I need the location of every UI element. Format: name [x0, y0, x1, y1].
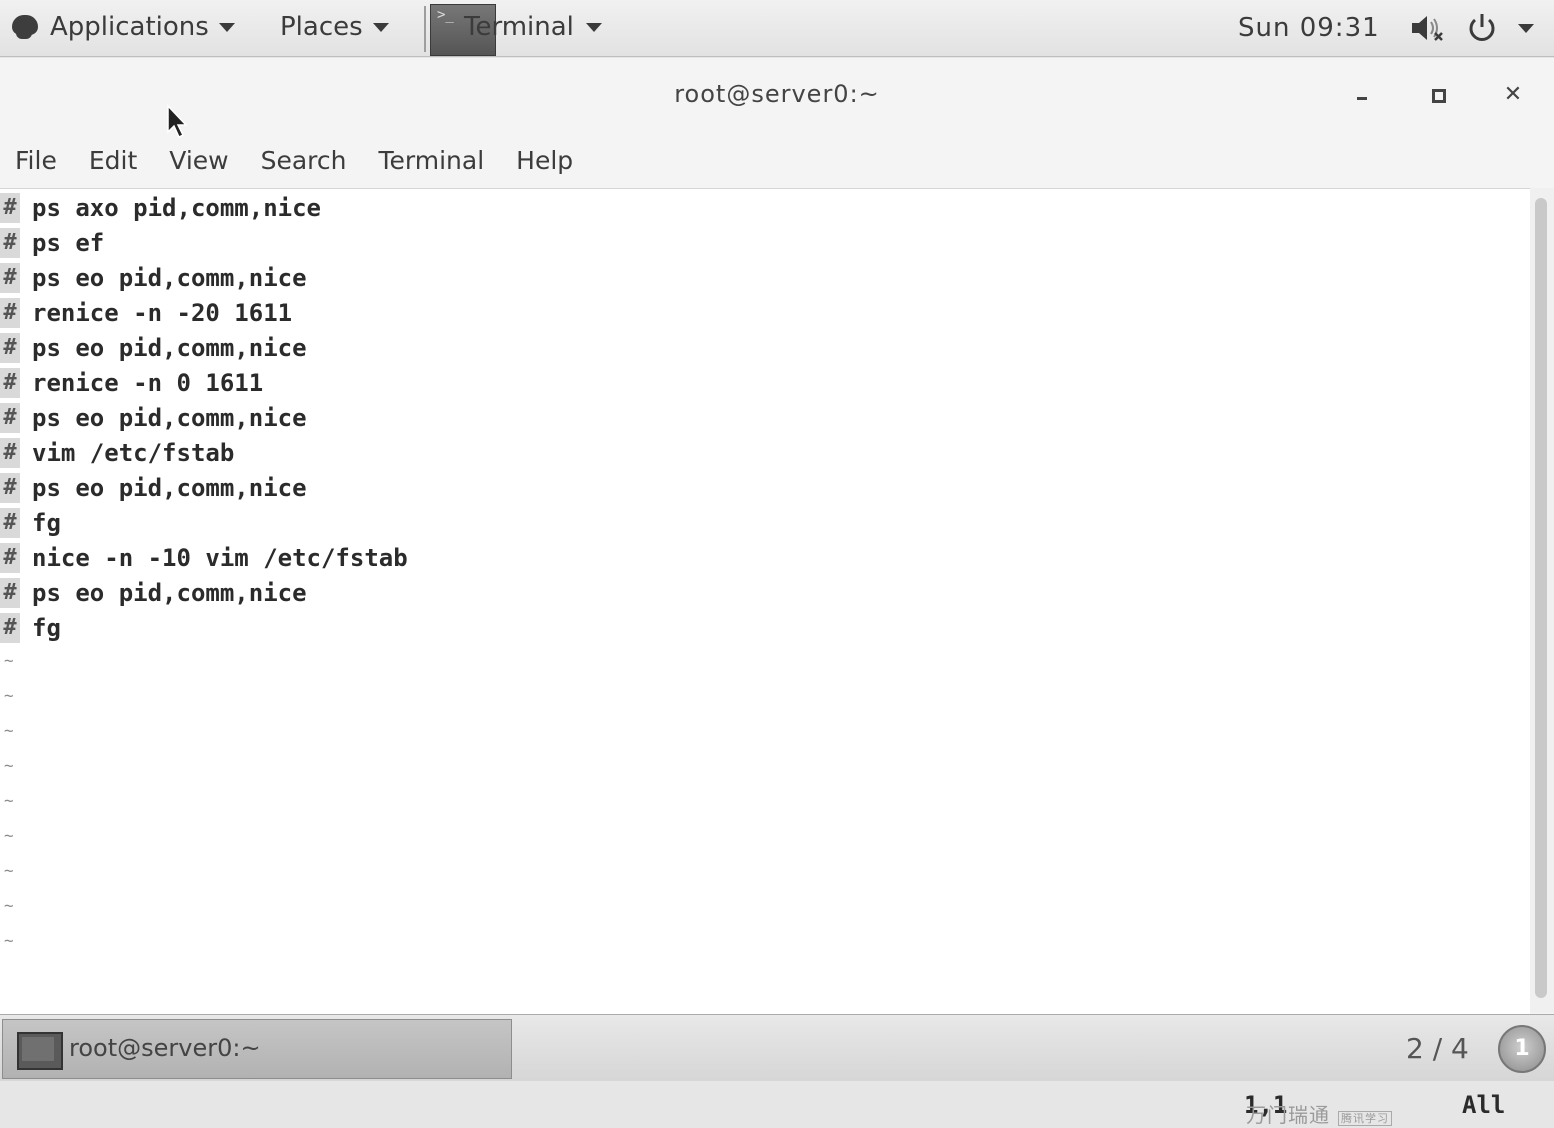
- command-text: fg: [32, 614, 61, 642]
- menu-view[interactable]: View: [153, 132, 244, 188]
- empty-line-marker: ~: [4, 826, 14, 845]
- command-text: ps axo pid,comm,nice: [32, 194, 321, 222]
- command-text: ps eo pid,comm,nice: [32, 264, 307, 292]
- mouse-pointer-icon: [167, 104, 188, 139]
- minimize-button[interactable]: [1349, 82, 1375, 108]
- empty-line-marker: ~: [4, 686, 14, 705]
- applications-menu[interactable]: Applications: [10, 12, 235, 42]
- top-panel: Applications Places >_ Terminal Sun 09:3…: [0, 0, 1554, 57]
- terminal-line: # ps eo pid,comm,nice: [0, 576, 307, 610]
- line-marker: #: [0, 613, 20, 643]
- command-text: ps eo pid,comm,nice: [32, 334, 307, 362]
- chevron-down-icon: [218, 22, 235, 32]
- empty-line-marker: ~: [4, 931, 14, 950]
- terminal-line: # ps axo pid,comm,nice: [0, 191, 321, 225]
- places-menu[interactable]: Places: [280, 12, 389, 42]
- line-marker: #: [0, 368, 20, 398]
- empty-line-marker: ~: [4, 651, 14, 670]
- command-text: renice -n -20 1611: [32, 299, 293, 327]
- command-text: fg: [32, 509, 61, 537]
- applications-label: Applications: [50, 12, 209, 42]
- line-marker: #: [0, 403, 20, 433]
- menu-terminal[interactable]: Terminal: [362, 132, 500, 188]
- menu-edit[interactable]: Edit: [73, 132, 153, 188]
- scroll-position: All: [1462, 1091, 1506, 1119]
- menu-file[interactable]: File: [0, 132, 73, 188]
- workspace-indicator[interactable]: 2 / 4: [1406, 1032, 1469, 1065]
- terminal-line: # ps eo pid,comm,nice: [0, 331, 307, 365]
- line-marker: #: [0, 543, 20, 573]
- empty-line-marker: ~: [4, 896, 14, 915]
- line-marker: #: [0, 298, 20, 328]
- close-button[interactable]: ✕: [1500, 82, 1526, 108]
- line-marker: #: [0, 438, 20, 468]
- line-marker: #: [0, 193, 20, 223]
- menu-bar: File Edit View Search Terminal Help: [0, 132, 1554, 188]
- volume-muted-icon[interactable]: [1410, 14, 1444, 42]
- terminal-content[interactable]: # ps axo pid,comm,nice # ps ef # ps eo pid,co…: [0, 188, 1530, 1127]
- terminal-line: # fg: [0, 611, 61, 645]
- bottom-panel: root@server0:~ 2 / 4 1: [0, 1014, 1554, 1081]
- scrollbar-thumb[interactable]: [1535, 198, 1547, 998]
- line-marker: #: [0, 228, 20, 258]
- watermark-badge: 腾讯学习: [1338, 1111, 1392, 1126]
- watermark: 万门瑞通 腾讯学习: [1246, 1099, 1392, 1128]
- empty-line-marker: ~: [4, 721, 14, 740]
- gnome-foot-icon: [10, 13, 40, 41]
- line-marker: #: [0, 473, 20, 503]
- chevron-down-icon: [585, 22, 602, 32]
- system-menu-chevron-icon[interactable]: [1518, 24, 1534, 33]
- line-marker: #: [0, 333, 20, 363]
- window-title: root@server0:~: [674, 80, 880, 108]
- terminal-icon: [17, 1032, 63, 1070]
- command-text: ps ef: [32, 229, 105, 257]
- empty-line-marker: ~: [4, 791, 14, 810]
- command-text: ps eo pid,comm,nice: [32, 404, 307, 432]
- clock[interactable]: Sun 09:31: [1238, 13, 1380, 43]
- power-icon[interactable]: [1466, 12, 1498, 44]
- command-text: ps eo pid,comm,nice: [32, 474, 307, 502]
- terminal-line: # renice -n -20 1611: [0, 296, 292, 330]
- panel-divider: [424, 6, 426, 52]
- terminal-line: # nice -n -10 vim /etc/fstab: [0, 541, 408, 575]
- line-marker: #: [0, 578, 20, 608]
- chevron-down-icon: [372, 22, 389, 32]
- places-label: Places: [280, 12, 363, 42]
- command-text: renice -n 0 1611: [32, 369, 264, 397]
- menu-search[interactable]: Search: [245, 132, 363, 188]
- menu-help[interactable]: Help: [500, 132, 589, 188]
- watermark-text: 万门瑞通: [1246, 1103, 1330, 1127]
- notification-badge[interactable]: 1: [1498, 1025, 1546, 1073]
- maximize-button[interactable]: [1425, 82, 1451, 108]
- command-text: vim /etc/fstab: [32, 439, 235, 467]
- command-text: ps eo pid,comm,nice: [32, 579, 307, 607]
- scrollbar[interactable]: [1530, 188, 1554, 1013]
- terminal-app-menu[interactable]: >_ Terminal: [424, 0, 1024, 56]
- line-marker: #: [0, 263, 20, 293]
- line-marker: #: [0, 508, 20, 538]
- terminal-app-label: Terminal: [464, 12, 574, 42]
- command-text: nice -n -10 vim /etc/fstab: [32, 544, 408, 572]
- terminal-line: # vim /etc/fstab: [0, 436, 234, 470]
- window-titlebar[interactable]: root@server0:~ ✕: [0, 58, 1554, 132]
- empty-line-marker: ~: [4, 861, 14, 880]
- terminal-line: # ps eo pid,comm,nice: [0, 261, 307, 295]
- empty-line-marker: ~: [4, 756, 14, 775]
- terminal-window: root@server0:~ ✕ File Edit View Search T…: [0, 58, 1554, 1127]
- taskbar-item-label: root@server0:~: [69, 1034, 261, 1062]
- terminal-line: # renice -n 0 1611: [0, 366, 263, 400]
- terminal-line: # ps eo pid,comm,nice: [0, 401, 307, 435]
- terminal-line: # fg: [0, 506, 61, 540]
- terminal-line: # ps ef: [0, 226, 104, 260]
- taskbar-item-terminal[interactable]: root@server0:~: [2, 1019, 512, 1079]
- terminal-line: # ps eo pid,comm,nice: [0, 471, 307, 505]
